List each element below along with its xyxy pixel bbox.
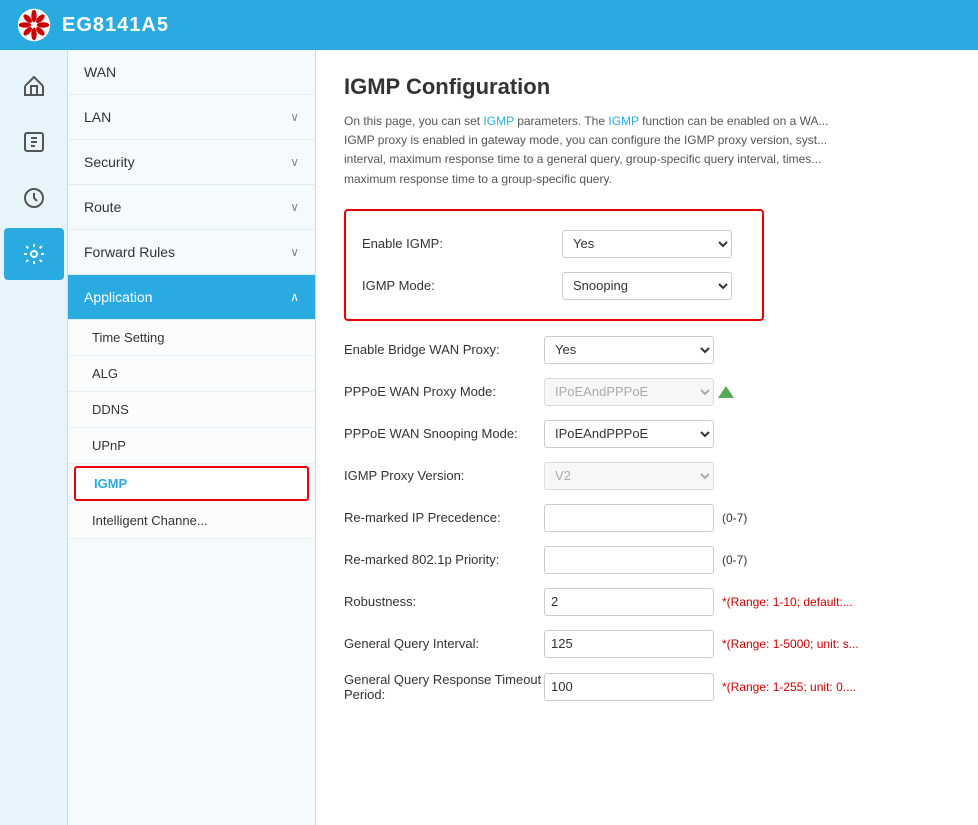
icon-sidebar (0, 50, 68, 825)
nav-item-route[interactable]: Route ∨ (68, 185, 315, 230)
form-row-general-query-timeout: General Query Response Timeout Period: *… (344, 665, 950, 709)
page-description: On this page, you can set IGMP parameter… (344, 112, 904, 189)
header: EG8141A5 (0, 0, 978, 50)
802-priority-input[interactable] (544, 546, 714, 574)
pppoe-proxy-select[interactable]: IPoEAndPPPoE IPoE PPPoE (544, 378, 714, 406)
802-priority-hint: (0-7) (722, 553, 747, 567)
nav-item-application[interactable]: Application ∧ (68, 275, 315, 320)
nav-sub-item-igmp[interactable]: IGMP (74, 466, 309, 501)
robustness-hint: *(Range: 1-10; default:... (722, 595, 853, 609)
nav-sidebar: WAN LAN ∨ Security ∨ Route ∨ Forward Rul… (68, 50, 316, 825)
form-row-pppoe-snooping: PPPoE WAN Snooping Mode: IPoEAndPPPoE IP… (344, 413, 950, 455)
nav-sub-item-alg[interactable]: ALG (68, 356, 315, 392)
pppoe-snooping-select[interactable]: IPoEAndPPPoE IPoE PPPoE (544, 420, 714, 448)
igmp-proxy-version-label: IGMP Proxy Version: (344, 468, 544, 483)
huawei-logo-icon (16, 7, 52, 43)
nav-item-security[interactable]: Security ∨ (68, 140, 315, 185)
igmp-proxy-version-select[interactable]: V2 V3 (544, 462, 714, 490)
form-row-igmp-proxy-version: IGMP Proxy Version: V2 V3 (344, 455, 950, 497)
pppoe-snooping-label: PPPoE WAN Snooping Mode: (344, 426, 544, 441)
chevron-down-icon: ∨ (290, 245, 299, 259)
form-row-bridge-wan: Enable Bridge WAN Proxy: Yes No (344, 329, 950, 371)
chevron-down-icon: ∨ (290, 155, 299, 169)
nav-sub-item-upnp[interactable]: UPnP (68, 428, 315, 464)
general-query-timeout-hint: *(Range: 1-255; unit: 0.... (722, 680, 856, 694)
sidebar-icon-home[interactable] (4, 60, 64, 112)
igmp-mode-select[interactable]: Snooping Proxy (562, 272, 732, 300)
form-row-enable-igmp: Enable IGMP: Yes No (362, 223, 746, 265)
802-priority-label: Re-marked 802.1p Priority: (344, 552, 544, 567)
sidebar-icon-clock[interactable] (4, 172, 64, 224)
nav-sub-item-time-setting[interactable]: Time Setting (68, 320, 315, 356)
chevron-up-icon: ∧ (290, 290, 299, 304)
enable-igmp-select[interactable]: Yes No (562, 230, 732, 258)
general-query-timeout-label: General Query Response Timeout Period: (344, 672, 544, 702)
cursor-icon (718, 386, 734, 398)
ip-precedence-hint: (0-7) (722, 511, 747, 525)
page-title: IGMP Configuration (344, 74, 950, 100)
igmp-mode-label: IGMP Mode: (362, 278, 562, 293)
chevron-down-icon: ∨ (290, 200, 299, 214)
form-row-general-query-interval: General Query Interval: *(Range: 1-5000;… (344, 623, 950, 665)
form-row-igmp-mode: IGMP Mode: Snooping Proxy (362, 265, 746, 307)
general-query-interval-label: General Query Interval: (344, 636, 544, 651)
nav-item-forward-rules[interactable]: Forward Rules ∨ (68, 230, 315, 275)
robustness-label: Robustness: (344, 594, 544, 609)
nav-item-wan[interactable]: WAN (68, 50, 315, 95)
pppoe-proxy-label: PPPoE WAN Proxy Mode: (344, 384, 544, 399)
form-row-robustness: Robustness: *(Range: 1-10; default:... (344, 581, 950, 623)
general-query-interval-hint: *(Range: 1-5000; unit: s... (722, 637, 859, 651)
nav-item-lan[interactable]: LAN ∨ (68, 95, 315, 140)
form-row-802-priority: Re-marked 802.1p Priority: (0-7) (344, 539, 950, 581)
app-title: EG8141A5 (62, 14, 169, 37)
ip-precedence-label: Re-marked IP Precedence: (344, 510, 544, 525)
ip-precedence-input[interactable] (544, 504, 714, 532)
nav-sub-item-ddns[interactable]: DDNS (68, 392, 315, 428)
main-content: IGMP Configuration On this page, you can… (316, 50, 978, 825)
general-query-timeout-input[interactable] (544, 673, 714, 701)
robustness-input[interactable] (544, 588, 714, 616)
chevron-down-icon: ∨ (290, 110, 299, 124)
igmp-link2: IGMP (608, 114, 638, 128)
bridge-wan-label: Enable Bridge WAN Proxy: (344, 342, 544, 357)
igmp-config-box: Enable IGMP: Yes No IGMP Mode: Snooping … (344, 209, 764, 321)
nav-sub-item-intelligent-channel[interactable]: Intelligent Channe... (68, 503, 315, 539)
bridge-wan-select[interactable]: Yes No (544, 336, 714, 364)
general-query-interval-input[interactable] (544, 630, 714, 658)
enable-igmp-label: Enable IGMP: (362, 236, 562, 251)
sidebar-icon-status[interactable] (4, 116, 64, 168)
form-row-pppoe-proxy: PPPoE WAN Proxy Mode: IPoEAndPPPoE IPoE … (344, 371, 950, 413)
igmp-link: IGMP (483, 114, 513, 128)
form-row-ip-precedence: Re-marked IP Precedence: (0-7) (344, 497, 950, 539)
sidebar-icon-gear[interactable] (4, 228, 64, 280)
